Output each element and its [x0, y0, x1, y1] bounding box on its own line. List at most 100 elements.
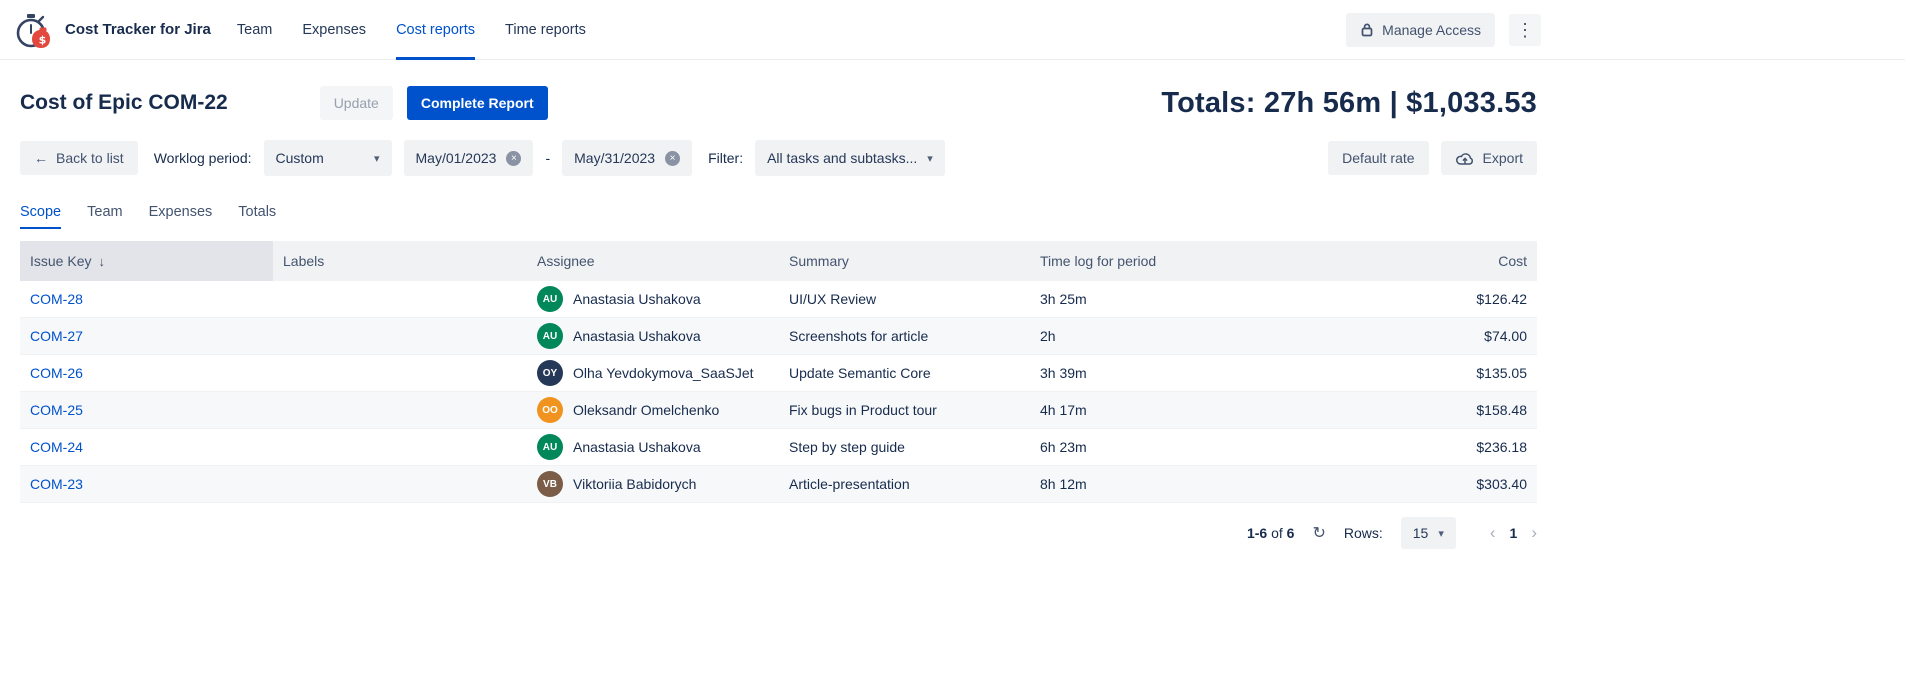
- cost-cell: $126.42: [1281, 291, 1537, 307]
- page-title: Cost of Epic COM-22: [20, 91, 228, 115]
- manage-access-label: Manage Access: [1382, 22, 1481, 38]
- date-from-input[interactable]: May/01/2023 ×: [404, 140, 534, 176]
- tab-team[interactable]: Team: [87, 204, 122, 229]
- time-log-cell: 3h 39m: [1030, 365, 1281, 381]
- time-log-cell: 6h 23m: [1030, 439, 1281, 455]
- table-row[interactable]: COM-25 OO Oleksandr Omelchenko Fix bugs …: [20, 392, 1537, 429]
- manage-access-button[interactable]: Manage Access: [1346, 13, 1495, 47]
- column-cost: Cost: [1281, 241, 1537, 281]
- column-assignee: Assignee: [527, 241, 779, 281]
- time-log-cell: 4h 17m: [1030, 402, 1281, 418]
- column-issue-key-label: Issue Key: [30, 253, 91, 269]
- nav-team[interactable]: Team: [237, 0, 272, 60]
- app-brand[interactable]: $ Cost Tracker for Jira: [12, 8, 211, 52]
- assignee-name: Viktoriia Babidorych: [573, 476, 696, 492]
- issue-key-link[interactable]: COM-23: [30, 476, 83, 492]
- date-range-separator: -: [545, 150, 550, 166]
- issue-key-link[interactable]: COM-28: [30, 291, 83, 307]
- filter-toolbar: ← Back to list Worklog period: Custom ▾ …: [20, 140, 1537, 176]
- table-body: COM-28 AU Anastasia Ushakova UI/UX Revie…: [20, 281, 1537, 503]
- nav-time-reports[interactable]: Time reports: [505, 0, 586, 60]
- avatar: AU: [537, 323, 563, 349]
- worklog-period-label: Worklog period:: [154, 150, 252, 166]
- chevron-down-icon: ▾: [374, 152, 380, 165]
- table-row[interactable]: COM-24 AU Anastasia Ushakova Step by ste…: [20, 429, 1537, 466]
- update-button[interactable]: Update: [320, 86, 393, 120]
- summary-cell: Step by step guide: [779, 439, 1030, 455]
- refresh-icon[interactable]: ↻: [1312, 523, 1325, 543]
- range-total: 6: [1287, 525, 1295, 541]
- period-select[interactable]: Custom ▾: [264, 140, 392, 176]
- time-log-cell: 8h 12m: [1030, 476, 1281, 492]
- report-tabs: Scope Team Expenses Totals: [20, 204, 1537, 229]
- clear-date-to-icon[interactable]: ×: [665, 151, 680, 166]
- back-arrow-icon: ←: [34, 150, 48, 166]
- issue-key-link[interactable]: COM-27: [30, 328, 83, 344]
- rows-per-page-select[interactable]: 15 ▾: [1401, 517, 1456, 549]
- summary-cell: Article-presentation: [779, 476, 1030, 492]
- default-rate-button[interactable]: Default rate: [1328, 141, 1428, 175]
- issue-key-link[interactable]: COM-24: [30, 439, 83, 455]
- chevron-down-icon: ▾: [927, 152, 933, 165]
- back-to-list-button[interactable]: ← Back to list: [20, 141, 138, 175]
- column-issue-key[interactable]: Issue Key ↓: [20, 241, 273, 281]
- clear-date-from-icon[interactable]: ×: [506, 151, 521, 166]
- time-log-cell: 3h 25m: [1030, 291, 1281, 307]
- cost-cell: $158.48: [1281, 402, 1537, 418]
- nav-cost-reports[interactable]: Cost reports: [396, 0, 475, 60]
- assignee-name: Anastasia Ushakova: [573, 439, 701, 455]
- assignee-name: Anastasia Ushakova: [573, 291, 701, 307]
- complete-report-button[interactable]: Complete Report: [407, 86, 548, 120]
- rows-per-page-value: 15: [1413, 525, 1429, 541]
- issue-key-link[interactable]: COM-25: [30, 402, 83, 418]
- range-of-label: of: [1271, 525, 1283, 541]
- summary-cell: Fix bugs in Product tour: [779, 402, 1030, 418]
- pager: ‹ 1 ›: [1490, 523, 1537, 543]
- summary-cell: UI/UX Review: [779, 291, 1030, 307]
- summary-cell: Update Semantic Core: [779, 365, 1030, 381]
- tab-totals[interactable]: Totals: [238, 204, 276, 229]
- task-filter-select[interactable]: All tasks and subtasks... ▾: [755, 140, 945, 176]
- export-label: Export: [1483, 150, 1523, 166]
- tab-expenses[interactable]: Expenses: [149, 204, 213, 229]
- issue-key-link[interactable]: COM-26: [30, 365, 83, 381]
- avatar: OY: [537, 360, 563, 386]
- main-content: Cost of Epic COM-22 Update Complete Repo…: [0, 86, 1557, 549]
- back-to-list-label: Back to list: [56, 150, 124, 166]
- export-button[interactable]: Export: [1441, 141, 1537, 175]
- cost-cell: $236.18: [1281, 439, 1537, 455]
- tab-scope[interactable]: Scope: [20, 204, 61, 229]
- nav-expenses[interactable]: Expenses: [302, 0, 366, 60]
- period-select-value: Custom: [276, 150, 324, 166]
- app-title: Cost Tracker for Jira: [65, 21, 211, 38]
- next-page-button[interactable]: ›: [1531, 523, 1537, 543]
- table-row[interactable]: COM-27 AU Anastasia Ushakova Screenshots…: [20, 318, 1537, 355]
- page-number: 1: [1510, 525, 1518, 541]
- range-numbers: 1-6: [1247, 525, 1267, 541]
- table-row[interactable]: COM-26 OY Olha Yevdokymova_SaaSJet Updat…: [20, 355, 1537, 392]
- lock-icon: [1360, 22, 1374, 37]
- chevron-down-icon: ▾: [1438, 527, 1444, 540]
- avatar: VB: [537, 471, 563, 497]
- table-row[interactable]: COM-28 AU Anastasia Ushakova UI/UX Revie…: [20, 281, 1537, 318]
- cost-cell: $74.00: [1281, 328, 1537, 344]
- assignee-name: Oleksandr Omelchenko: [573, 402, 719, 418]
- table-header: Issue Key ↓ Labels Assignee Summary Time…: [20, 241, 1537, 281]
- cost-cell: $135.05: [1281, 365, 1537, 381]
- prev-page-button[interactable]: ‹: [1490, 523, 1496, 543]
- top-nav: Team Expenses Cost reports Time reports: [237, 0, 586, 60]
- filter-label: Filter:: [708, 150, 743, 166]
- scope-table: Issue Key ↓ Labels Assignee Summary Time…: [20, 241, 1537, 503]
- avatar: AU: [537, 286, 563, 312]
- result-range: 1-6 of 6: [1247, 525, 1295, 541]
- pagination-bar: 1-6 of 6 ↻ Rows: 15 ▾ ‹ 1 ›: [20, 517, 1537, 549]
- page-header: Cost of Epic COM-22 Update Complete Repo…: [20, 86, 1537, 120]
- assignee-name: Anastasia Ushakova: [573, 328, 701, 344]
- more-menu-button[interactable]: ⋮: [1509, 14, 1541, 46]
- avatar: AU: [537, 434, 563, 460]
- app-logo-icon: $: [12, 8, 56, 52]
- export-cloud-icon: [1455, 151, 1475, 166]
- date-to-input[interactable]: May/31/2023 ×: [562, 140, 692, 176]
- table-row[interactable]: COM-23 VB Viktoriia Babidorych Article-p…: [20, 466, 1537, 503]
- rows-per-page-label: Rows:: [1344, 525, 1383, 541]
